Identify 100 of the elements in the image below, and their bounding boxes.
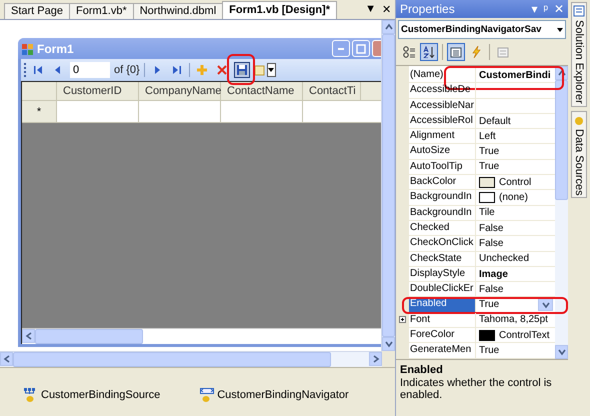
scroll-thumb[interactable] — [35, 329, 143, 344]
property-value[interactable]: False — [479, 238, 504, 249]
property-name[interactable]: (Name) — [409, 68, 475, 82]
document-tab[interactable]: Form1.vb* — [68, 3, 134, 19]
property-name[interactable]: AutoSize — [409, 144, 475, 159]
chevron-left-icon — [2, 354, 12, 364]
delete-icon — [216, 64, 228, 76]
property-name[interactable]: CheckState — [409, 252, 475, 266]
property-name[interactable]: DoubleClickEr — [409, 282, 475, 296]
scroll-right-button[interactable] — [369, 352, 382, 366]
chevron-up-icon — [384, 22, 394, 32]
chevron-left-icon — [24, 331, 34, 341]
previous-icon — [53, 65, 63, 75]
plus-icon — [196, 64, 208, 76]
property-value[interactable]: Tahoma, 8,25pt — [479, 314, 548, 326]
property-value[interactable]: Default — [479, 116, 511, 127]
chevron-down-icon — [540, 300, 550, 310]
property-value[interactable]: False — [479, 284, 504, 295]
sort-icon — [423, 46, 435, 58]
property-value[interactable]: True — [479, 344, 500, 356]
property-name[interactable]: AccessibleNar — [409, 98, 475, 113]
dropdown-button[interactable] — [538, 298, 553, 312]
property-value[interactable]: False — [479, 222, 504, 234]
property-value[interactable]: True — [479, 299, 500, 310]
property-value[interactable]: Control — [499, 176, 532, 188]
panel-title: Properties — [400, 2, 455, 16]
property-page-icon — [450, 46, 462, 58]
caret-icon — [268, 68, 274, 72]
component-label[interactable]: CustomerBindingNavigator — [217, 388, 349, 401]
property-name[interactable]: AccessibleRol — [409, 114, 475, 128]
maximize-icon — [356, 44, 366, 54]
record-count: of {0} — [114, 64, 140, 76]
property-value[interactable]: Tile — [479, 207, 495, 218]
object-selector[interactable]: CustomerBindingNavigatorSav — [398, 20, 566, 39]
property-value[interactable]: True — [479, 161, 500, 172]
side-tab[interactable]: Data Sources — [571, 110, 587, 198]
first-icon — [33, 65, 43, 75]
scroll-left-button[interactable] — [0, 352, 13, 366]
maximize-button[interactable] — [352, 40, 370, 57]
item-icon — [254, 64, 266, 76]
column-header[interactable]: ContactName — [221, 82, 303, 100]
caret-icon — [557, 28, 563, 32]
new-row[interactable]: * — [22, 101, 381, 123]
property-value[interactable]: ControlText — [499, 330, 550, 341]
document-tab[interactable]: Start Page — [4, 3, 70, 19]
column-header[interactable]: CompanyName — [139, 82, 221, 100]
minimize-icon — [338, 48, 344, 50]
binding-source-icon — [24, 388, 38, 402]
description-text: Indicates whether the control is enabled. — [400, 376, 553, 401]
property-name[interactable]: GenerateMen — [409, 343, 475, 358]
scroll-thumb[interactable] — [382, 34, 395, 337]
property-name[interactable]: Checked — [409, 220, 475, 236]
property-name[interactable]: Font — [409, 312, 475, 328]
toolbar-button[interactable] — [447, 43, 465, 61]
property-value[interactable]: Unchecked — [479, 253, 530, 264]
scroll-down-button[interactable] — [382, 336, 395, 351]
panel-button[interactable]: ▾ — [531, 2, 538, 16]
property-name[interactable]: ForeColor — [409, 328, 475, 342]
new-row-marker: * — [22, 101, 57, 122]
column-header[interactable]: CustomerID — [57, 82, 139, 100]
property-value[interactable]: CustomerBindi — [479, 70, 551, 81]
tab-strip-button[interactable]: ✕ — [382, 3, 391, 16]
binding-navigator-icon — [200, 388, 214, 402]
column-header[interactable]: ContactTi — [303, 82, 361, 100]
property-value[interactable]: Image — [479, 268, 508, 280]
panel-button[interactable]: ᵖ — [543, 2, 548, 16]
scroll-left-button[interactable] — [22, 329, 35, 343]
document-tab[interactable]: Form1.vb [Design]* — [222, 1, 338, 19]
component-label[interactable]: CustomerBindingSource — [41, 388, 160, 401]
add-item-dropdown[interactable] — [254, 63, 276, 77]
property-value[interactable]: True — [479, 146, 500, 158]
property-name[interactable]: AutoToolTip — [409, 160, 475, 174]
property-name[interactable]: BackgroundIn — [409, 206, 475, 220]
property-name[interactable]: DisplayStyle — [409, 266, 475, 282]
property-name[interactable]: CheckOnClick — [409, 236, 475, 251]
property-value[interactable]: (none) — [499, 192, 528, 204]
scroll-thumb[interactable] — [555, 80, 568, 200]
pages-icon — [497, 46, 509, 58]
description-title: Enabled — [400, 364, 444, 376]
close-button[interactable] — [372, 40, 381, 57]
minimize-button[interactable] — [332, 40, 350, 57]
property-name[interactable]: AccessibleDe — [409, 83, 475, 98]
tab-strip-button[interactable]: ▼ — [365, 3, 376, 16]
scroll-thumb[interactable] — [13, 352, 331, 367]
position-field[interactable]: 0 — [70, 62, 110, 78]
property-name[interactable]: BackgroundIn — [409, 190, 475, 205]
solution-icon — [573, 5, 585, 17]
panel-button[interactable]: ✕ — [554, 2, 564, 16]
property-value[interactable]: Left — [479, 130, 496, 142]
property-name[interactable]: BackColor — [409, 175, 475, 190]
side-tab[interactable]: Solution Explorer — [571, 2, 587, 107]
save-button[interactable] — [234, 62, 250, 78]
form-title: Form1 — [37, 42, 74, 56]
expand-icon[interactable] — [399, 316, 406, 324]
document-tab[interactable]: Northwind.dbml — [132, 3, 224, 19]
chevron-down-icon — [556, 346, 566, 357]
toolbar-button[interactable] — [420, 43, 438, 61]
scroll-up-button[interactable] — [382, 20, 395, 34]
scroll-down-button[interactable] — [555, 344, 568, 359]
property-name[interactable]: Alignment — [409, 129, 475, 144]
